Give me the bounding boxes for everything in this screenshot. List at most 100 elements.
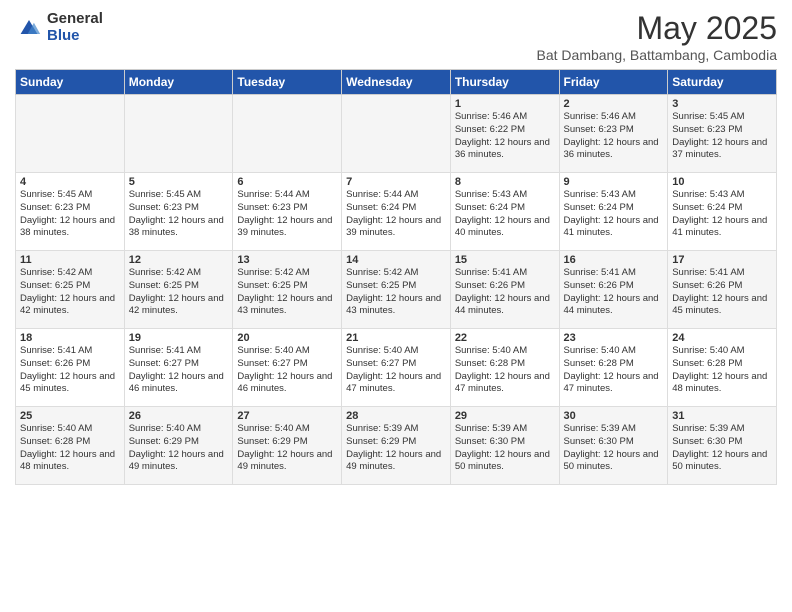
- cell-info: Daylight: 12 hours and 37 minutes.: [672, 137, 772, 163]
- cell-info: Sunset: 6:28 PM: [564, 358, 664, 371]
- day-number: 15: [455, 254, 555, 266]
- cell-info: Daylight: 12 hours and 36 minutes.: [564, 137, 664, 163]
- cell-info: Sunrise: 5:40 AM: [237, 345, 337, 358]
- day-number: 20: [237, 332, 337, 344]
- day-number: 21: [346, 332, 446, 344]
- cell-info: Sunset: 6:24 PM: [672, 202, 772, 215]
- main-container: General Blue May 2025 Bat Dambang, Batta…: [0, 0, 792, 495]
- day-number: 16: [564, 254, 664, 266]
- cell-info: Daylight: 12 hours and 46 minutes.: [129, 371, 229, 397]
- cell-info: Sunset: 6:29 PM: [237, 436, 337, 449]
- cell-info: Sunrise: 5:40 AM: [455, 345, 555, 358]
- day-number: 14: [346, 254, 446, 266]
- cell-info: Sunrise: 5:40 AM: [237, 423, 337, 436]
- calendar-cell: 7Sunrise: 5:44 AMSunset: 6:24 PMDaylight…: [342, 173, 451, 251]
- cell-info: Sunrise: 5:45 AM: [672, 111, 772, 124]
- day-number: 2: [564, 98, 664, 110]
- cell-info: Sunrise: 5:45 AM: [20, 189, 120, 202]
- cell-info: Sunset: 6:26 PM: [20, 358, 120, 371]
- calendar-cell: 27Sunrise: 5:40 AMSunset: 6:29 PMDayligh…: [233, 407, 342, 485]
- cell-info: Sunrise: 5:42 AM: [129, 267, 229, 280]
- cell-info: Sunrise: 5:45 AM: [129, 189, 229, 202]
- day-number: 17: [672, 254, 772, 266]
- calendar-cell: 20Sunrise: 5:40 AMSunset: 6:27 PMDayligh…: [233, 329, 342, 407]
- cell-info: Sunset: 6:23 PM: [129, 202, 229, 215]
- day-number: 22: [455, 332, 555, 344]
- cell-info: Daylight: 12 hours and 49 minutes.: [129, 449, 229, 475]
- cell-info: Daylight: 12 hours and 43 minutes.: [237, 293, 337, 319]
- cell-info: Sunset: 6:30 PM: [564, 436, 664, 449]
- cell-info: Sunrise: 5:43 AM: [672, 189, 772, 202]
- day-number: 10: [672, 176, 772, 188]
- day-number: 30: [564, 410, 664, 422]
- cell-info: Sunset: 6:26 PM: [564, 280, 664, 293]
- calendar-cell: 24Sunrise: 5:40 AMSunset: 6:28 PMDayligh…: [668, 329, 777, 407]
- cell-info: Sunset: 6:26 PM: [455, 280, 555, 293]
- calendar-cell: 18Sunrise: 5:41 AMSunset: 6:26 PMDayligh…: [16, 329, 125, 407]
- cell-info: Sunset: 6:25 PM: [346, 280, 446, 293]
- day-number: 6: [237, 176, 337, 188]
- week-row-5: 25Sunrise: 5:40 AMSunset: 6:28 PMDayligh…: [16, 407, 777, 485]
- cell-info: Sunrise: 5:43 AM: [564, 189, 664, 202]
- day-number: 9: [564, 176, 664, 188]
- cell-info: Sunrise: 5:39 AM: [564, 423, 664, 436]
- cell-info: Sunrise: 5:40 AM: [564, 345, 664, 358]
- day-number: 12: [129, 254, 229, 266]
- calendar-cell: 21Sunrise: 5:40 AMSunset: 6:27 PMDayligh…: [342, 329, 451, 407]
- week-row-4: 18Sunrise: 5:41 AMSunset: 6:26 PMDayligh…: [16, 329, 777, 407]
- day-number: 27: [237, 410, 337, 422]
- day-number: 1: [455, 98, 555, 110]
- cell-info: Sunrise: 5:40 AM: [20, 423, 120, 436]
- cell-info: Sunset: 6:23 PM: [672, 124, 772, 137]
- calendar-cell: [342, 95, 451, 173]
- cell-info: Daylight: 12 hours and 47 minutes.: [455, 371, 555, 397]
- col-header-saturday: Saturday: [668, 70, 777, 95]
- cell-info: Daylight: 12 hours and 39 minutes.: [237, 215, 337, 241]
- cell-info: Daylight: 12 hours and 46 minutes.: [237, 371, 337, 397]
- cell-info: Daylight: 12 hours and 44 minutes.: [564, 293, 664, 319]
- calendar-cell: 15Sunrise: 5:41 AMSunset: 6:26 PMDayligh…: [450, 251, 559, 329]
- cell-info: Sunrise: 5:44 AM: [346, 189, 446, 202]
- cell-info: Sunrise: 5:40 AM: [346, 345, 446, 358]
- day-number: 24: [672, 332, 772, 344]
- calendar-cell: 9Sunrise: 5:43 AMSunset: 6:24 PMDaylight…: [559, 173, 668, 251]
- cell-info: Daylight: 12 hours and 41 minutes.: [672, 215, 772, 241]
- cell-info: Daylight: 12 hours and 48 minutes.: [20, 449, 120, 475]
- week-row-2: 4Sunrise: 5:45 AMSunset: 6:23 PMDaylight…: [16, 173, 777, 251]
- cell-info: Daylight: 12 hours and 42 minutes.: [20, 293, 120, 319]
- cell-info: Sunrise: 5:39 AM: [346, 423, 446, 436]
- calendar-cell: 12Sunrise: 5:42 AMSunset: 6:25 PMDayligh…: [124, 251, 233, 329]
- cell-info: Sunrise: 5:40 AM: [672, 345, 772, 358]
- col-header-friday: Friday: [559, 70, 668, 95]
- cell-info: Sunset: 6:23 PM: [20, 202, 120, 215]
- calendar-cell: [124, 95, 233, 173]
- logo-icon: [15, 13, 43, 41]
- cell-info: Sunrise: 5:44 AM: [237, 189, 337, 202]
- calendar-cell: 11Sunrise: 5:42 AMSunset: 6:25 PMDayligh…: [16, 251, 125, 329]
- cell-info: Sunrise: 5:41 AM: [672, 267, 772, 280]
- cell-info: Daylight: 12 hours and 49 minutes.: [346, 449, 446, 475]
- cell-info: Daylight: 12 hours and 48 minutes.: [672, 371, 772, 397]
- day-number: 25: [20, 410, 120, 422]
- day-number: 8: [455, 176, 555, 188]
- cell-info: Daylight: 12 hours and 38 minutes.: [20, 215, 120, 241]
- cell-info: Daylight: 12 hours and 44 minutes.: [455, 293, 555, 319]
- day-number: 19: [129, 332, 229, 344]
- cell-info: Sunrise: 5:43 AM: [455, 189, 555, 202]
- calendar-cell: 25Sunrise: 5:40 AMSunset: 6:28 PMDayligh…: [16, 407, 125, 485]
- day-number: 11: [20, 254, 120, 266]
- calendar-cell: 17Sunrise: 5:41 AMSunset: 6:26 PMDayligh…: [668, 251, 777, 329]
- calendar-cell: 31Sunrise: 5:39 AMSunset: 6:30 PMDayligh…: [668, 407, 777, 485]
- header: General Blue May 2025 Bat Dambang, Batta…: [15, 10, 777, 63]
- cell-info: Daylight: 12 hours and 38 minutes.: [129, 215, 229, 241]
- cell-info: Daylight: 12 hours and 42 minutes.: [129, 293, 229, 319]
- cell-info: Daylight: 12 hours and 40 minutes.: [455, 215, 555, 241]
- subtitle: Bat Dambang, Battambang, Cambodia: [537, 47, 777, 63]
- calendar-cell: 13Sunrise: 5:42 AMSunset: 6:25 PMDayligh…: [233, 251, 342, 329]
- cell-info: Sunrise: 5:42 AM: [20, 267, 120, 280]
- main-title: May 2025: [537, 10, 777, 47]
- cell-info: Sunrise: 5:39 AM: [672, 423, 772, 436]
- calendar-cell: 6Sunrise: 5:44 AMSunset: 6:23 PMDaylight…: [233, 173, 342, 251]
- cell-info: Sunset: 6:29 PM: [129, 436, 229, 449]
- cell-info: Daylight: 12 hours and 41 minutes.: [564, 215, 664, 241]
